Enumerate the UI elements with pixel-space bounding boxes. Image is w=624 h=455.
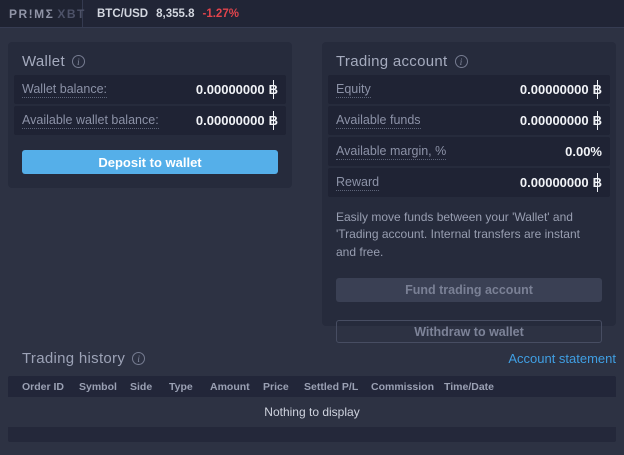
logo-suffix: XBT [57,6,86,21]
available-margin-row: Available margin, % 0.00% [328,137,610,166]
wallet-balance-value: 0.00000000 [196,80,278,99]
baht-symbol [269,111,278,130]
topbar: PR!MΣ XBT BTC/USD 8,355.8 -1.27% [0,0,624,28]
available-margin-value: 0.00% [565,144,602,159]
account-statement-link[interactable]: Account statement [508,351,616,366]
reward-value: 0.00000000 [520,173,602,192]
column-header-type: Type [169,380,193,393]
withdraw-to-wallet-button[interactable]: Withdraw to wallet [336,320,602,344]
column-header-time-date: Time/Date [444,380,494,393]
fund-trading-account-button[interactable]: Fund trading account [336,278,602,303]
baht-symbol [593,80,602,99]
available-funds-row: Available funds 0.00000000 [328,106,610,135]
wallet-rows: Wallet balance: 0.00000000 Available wal… [14,75,286,135]
baht-symbol [269,80,278,99]
column-header-commission: Commission [371,380,435,393]
column-header-order-id: Order ID [22,380,65,393]
baht-symbol [593,111,602,130]
reward-label[interactable]: Reward [336,175,380,191]
baht-symbol [593,173,602,192]
info-icon[interactable] [132,351,146,365]
column-header-side: Side [130,380,153,393]
equity-row: Equity 0.00000000 [328,75,610,104]
page: PR!MΣ XBT BTC/USD 8,355.8 -1.27% Wallet … [0,0,624,455]
history-table-header: Order ID Symbol Side Type Amount Price S… [8,376,616,397]
available-wallet-balance-row: Available wallet balance: 0.00000000 [14,106,286,135]
wallet-balance-row: Wallet balance: 0.00000000 [14,75,286,104]
column-header-settled-pl: Settled P/L [304,380,359,393]
available-wallet-balance-label[interactable]: Available wallet balance: [22,113,159,129]
info-icon[interactable] [71,55,85,68]
ticker-pair: BTC/USD [97,7,149,20]
info-icon[interactable] [454,55,468,68]
trading-account-header: Trading account [322,42,616,75]
ticker-change: -1.27% [202,7,239,20]
trading-account-card: Trading account Equity 0.00000000 Availa… [322,42,616,344]
wallet-card-header: Wallet [8,42,292,75]
empty-state-message: Nothing to display [264,405,360,419]
reward-row: Reward 0.00000000 [328,168,610,197]
wallet-card: Wallet Wallet balance: 0.00000000 Availa… [8,42,292,188]
trading-account-title: Trading account [336,53,448,70]
equity-label[interactable]: Equity [336,82,371,98]
available-wallet-balance-value: 0.00000000 [196,111,278,130]
wallet-balance-label[interactable]: Wallet balance: [22,82,107,98]
trading-history-section: Trading history Account statement Order … [8,346,616,442]
available-funds-label[interactable]: Available funds [336,113,421,129]
logo-text: PR!MΣ [9,6,55,21]
wallet-title: Wallet [22,53,65,70]
equity-value: 0.00000000 [520,80,602,99]
logo[interactable]: PR!MΣ XBT [0,0,86,27]
market-ticker[interactable]: BTC/USD 8,355.8 -1.27% [97,8,239,20]
trading-history-header: Trading history Account statement [8,346,616,370]
deposit-to-wallet-button[interactable]: Deposit to wallet [22,150,278,174]
trading-history-title: Trading history [22,349,126,367]
available-funds-value: 0.00000000 [520,111,602,130]
column-header-amount: Amount [210,380,250,393]
column-header-price: Price [263,380,289,393]
column-header-symbol: Symbol [79,380,117,393]
trading-history-title-wrap: Trading history [22,349,146,367]
trading-account-rows: Equity 0.00000000 Available funds 0.0000… [328,75,610,197]
ticker-price: 8,355.8 [156,7,195,20]
available-margin-label[interactable]: Available margin, % [336,144,447,160]
transfer-info-text: Easily move funds between your 'Wallet' … [336,210,580,259]
history-table-footer-strip [8,427,616,442]
